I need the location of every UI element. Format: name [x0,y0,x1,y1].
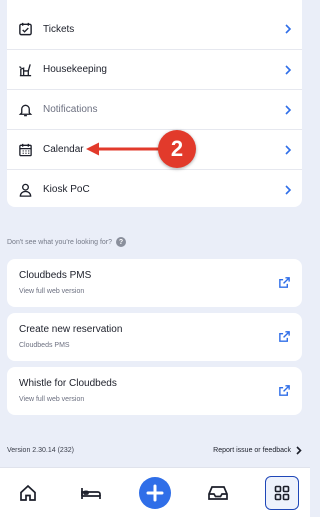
menu-item-housekeeping[interactable]: Housekeeping [7,49,302,89]
menu-item-notifications[interactable]: Notifications [7,89,302,129]
annotation-step-badge: 2 [158,130,196,168]
home-icon[interactable] [17,482,39,504]
external-link-icon [278,330,291,343]
user-icon [18,182,33,197]
chevron-right-icon [284,184,292,195]
bottom-tab-bar [0,467,310,517]
chevron-right-icon [284,104,292,115]
apps-grid-icon[interactable] [265,475,299,510]
external-link-icon [278,276,291,289]
menu-item-label: Tickets [43,23,75,35]
bell-icon [18,102,33,117]
link-card-whistle[interactable]: Whistle for Cloudbeds View full web vers… [7,367,302,415]
annotation-arrow-icon [86,142,160,156]
menu-item-label: Kiosk PoC [43,184,90,195]
chevron-right-icon [284,24,292,34]
link-title: Whistle for Cloudbeds [19,378,117,389]
bed-icon[interactable] [80,482,102,504]
external-link-icon [278,384,291,397]
help-icon[interactable]: ? [116,237,127,247]
link-card-create-reservation[interactable]: Create new reservation Cloudbeds PMS [7,313,302,361]
report-issue-label: Report issue or feedback [213,446,291,454]
menu-card: Tickets Housekeeping Notifications Calen… [7,0,302,207]
menu-item-label: Calendar [43,144,84,155]
housekeeping-icon [18,62,33,77]
link-subtitle: View full web version [19,288,85,295]
app-version: Version 2.30.14 (232) [7,446,74,454]
chevron-right-icon [284,64,292,75]
link-card-cloudbeds-pms[interactable]: Cloudbeds PMS View full web version [7,259,302,307]
link-title: Create new reservation [19,324,123,335]
calendar-icon [18,142,33,157]
help-text: Don't see what you're looking for? [7,238,113,246]
inbox-icon[interactable] [207,482,229,504]
report-issue-link[interactable]: Report issue or feedback [213,445,302,455]
chevron-right-icon [284,144,292,155]
chevron-right-icon [296,445,302,455]
add-icon[interactable] [139,476,171,509]
ticket-checkbox-icon [18,22,33,37]
help-row: Don't see what you're looking for? ? [7,236,127,248]
menu-item-kiosk-poc[interactable]: Kiosk PoC [7,169,302,207]
footer: Version 2.30.14 (232) Report issue or fe… [7,443,302,457]
link-title: Cloudbeds PMS [19,270,92,281]
menu-item-label: Notifications [43,104,98,115]
menu-item-label: Housekeeping [43,64,107,75]
link-subtitle: Cloudbeds PMS [19,342,70,349]
menu-item-tickets[interactable]: Tickets [7,9,302,49]
link-subtitle: View full web version [19,396,85,403]
